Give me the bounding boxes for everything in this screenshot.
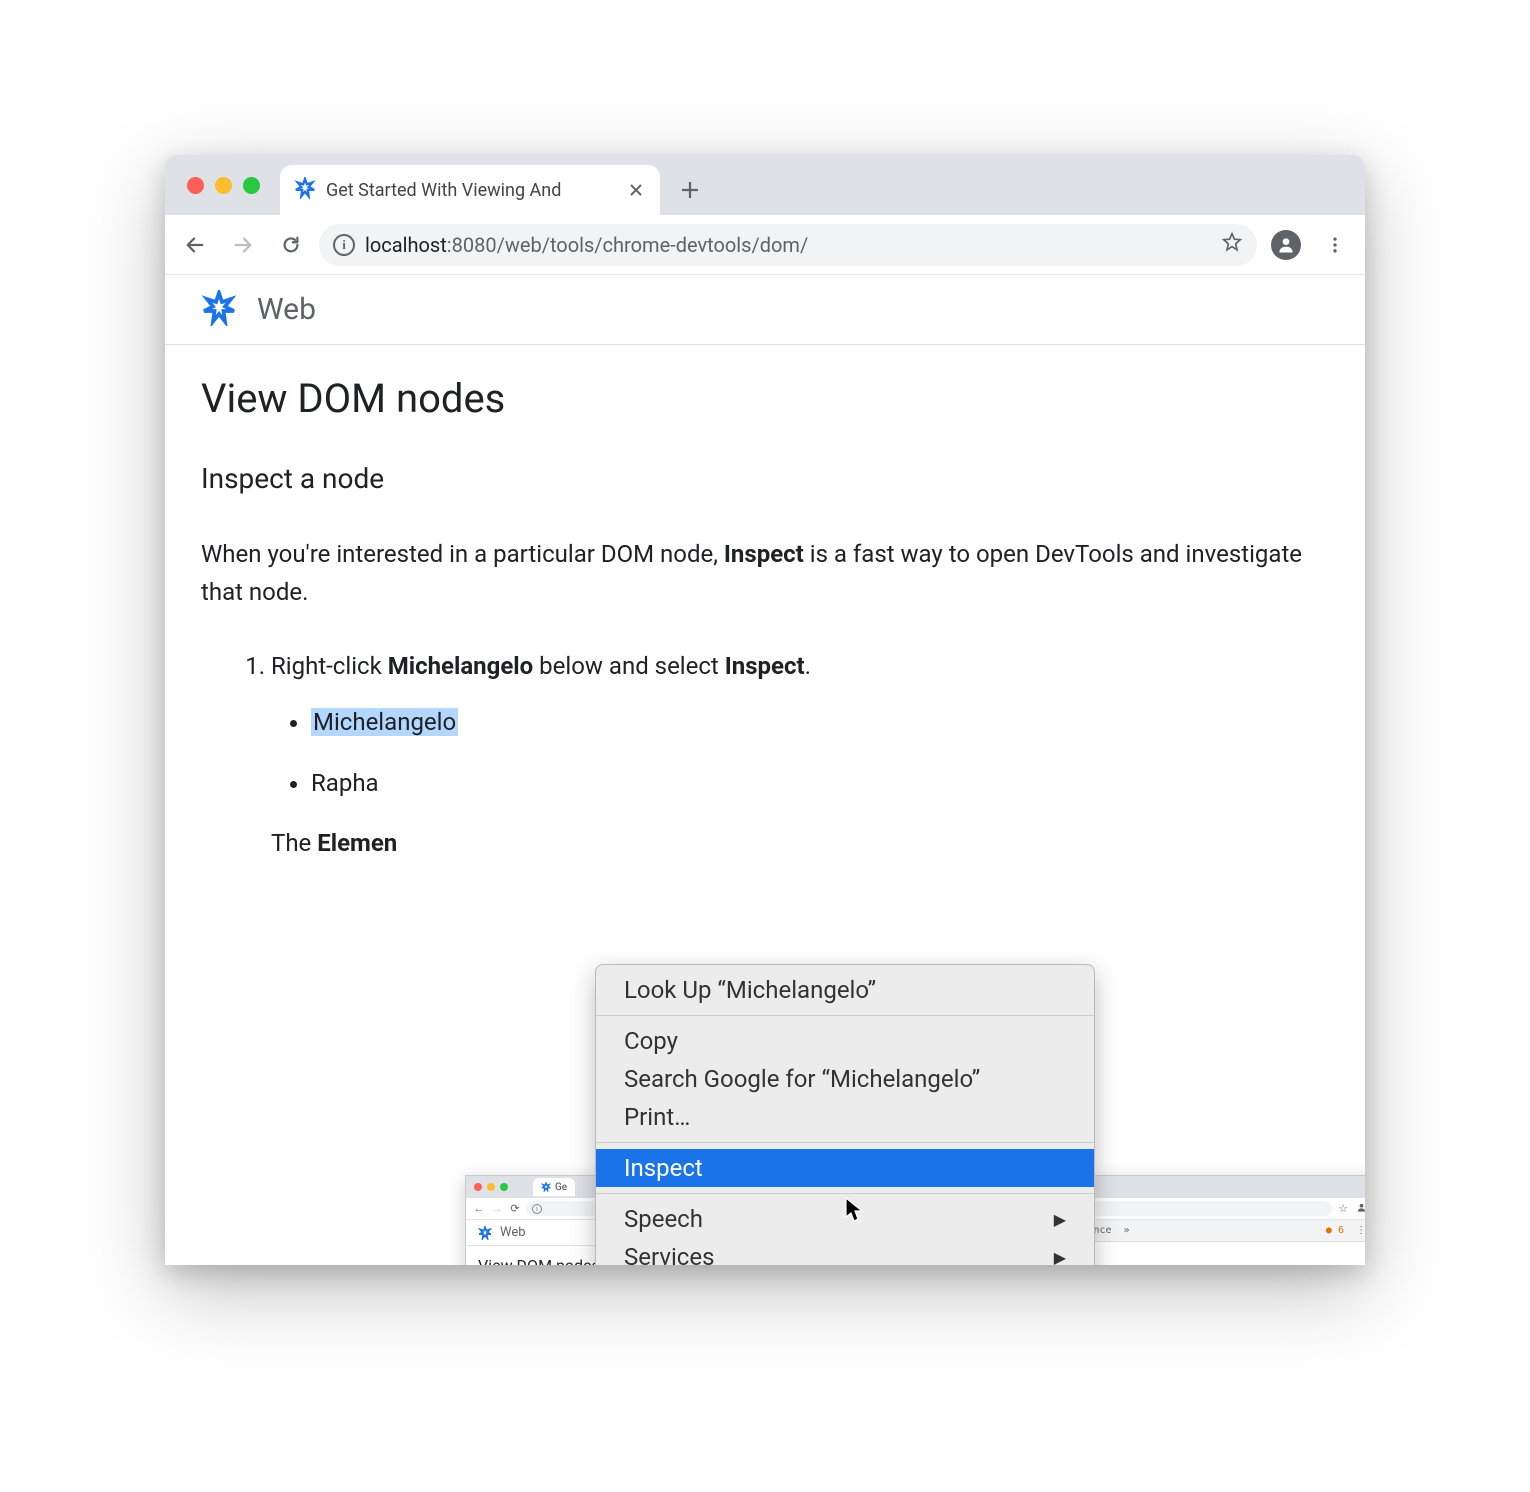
minimize-window-button[interactable] bbox=[215, 177, 232, 194]
context-menu-print[interactable]: Print… bbox=[596, 1098, 1094, 1136]
chevron-right-icon: ▶ bbox=[1054, 1210, 1066, 1229]
close-tab-button[interactable] bbox=[626, 180, 646, 200]
window-controls bbox=[187, 177, 260, 194]
back-button[interactable] bbox=[175, 225, 215, 265]
context-menu-copy[interactable]: Copy bbox=[596, 1022, 1094, 1060]
maximize-window-button[interactable] bbox=[243, 177, 260, 194]
context-menu-separator bbox=[596, 1142, 1094, 1143]
close-window-button[interactable] bbox=[187, 177, 204, 194]
tab-title: Get Started With Viewing And ​ bbox=[326, 180, 566, 201]
mini-star-icon: ☆ bbox=[1336, 1202, 1350, 1215]
context-menu-inspect[interactable]: Inspect bbox=[596, 1149, 1094, 1187]
list-item-raphael[interactable]: Rapha bbox=[311, 764, 1329, 802]
step-1: Right-click Michelangelo below and selec… bbox=[271, 647, 1329, 863]
mini-back-icon: ← bbox=[472, 1202, 486, 1215]
address-bar[interactable]: i localhost:8080/web/tools/chrome-devtoo… bbox=[319, 224, 1257, 266]
mini-close-window-button bbox=[474, 1183, 482, 1191]
bookmark-star-icon[interactable] bbox=[1221, 231, 1243, 258]
context-menu-search-google[interactable]: Search Google for “Michelangelo” bbox=[596, 1060, 1094, 1098]
mini-site-info-icon: i bbox=[532, 1204, 542, 1214]
context-menu-separator bbox=[596, 1015, 1094, 1016]
favicon-icon bbox=[294, 177, 316, 203]
profile-avatar-button[interactable] bbox=[1271, 230, 1301, 260]
forward-button[interactable] bbox=[223, 225, 263, 265]
steps-list: Right-click Michelangelo below and selec… bbox=[201, 647, 1329, 863]
reload-button[interactable] bbox=[271, 225, 311, 265]
site-logo-icon bbox=[201, 290, 237, 330]
site-header: Web bbox=[165, 275, 1365, 345]
chevron-right-icon: ▶ bbox=[1054, 1248, 1066, 1266]
mini-avatar-icon bbox=[1354, 1202, 1365, 1216]
mini-browser-tab: Ge bbox=[533, 1178, 575, 1196]
article-content: View DOM nodes Inspect a node When you'r… bbox=[165, 345, 1365, 902]
context-menu-lookup[interactable]: Look Up “Michelangelo” bbox=[596, 971, 1094, 1009]
context-menu-speech[interactable]: Speech▶ bbox=[596, 1200, 1094, 1238]
section-heading: Inspect a node bbox=[201, 462, 1329, 495]
devtools-settings-icon: ⋮ bbox=[1356, 1225, 1365, 1236]
mini-minimize-window-button bbox=[487, 1183, 495, 1191]
new-tab-button[interactable] bbox=[670, 170, 710, 210]
browser-window: Get Started With Viewing And ​ i localho… bbox=[165, 155, 1365, 1265]
mini-reload-icon: ⟳ bbox=[508, 1202, 522, 1215]
context-menu-services[interactable]: Services▶ bbox=[596, 1238, 1094, 1265]
browser-tab[interactable]: Get Started With Viewing And ​ bbox=[280, 165, 660, 215]
url-text: localhost:8080/web/tools/chrome-devtools… bbox=[365, 233, 808, 257]
devtools-warning-badge: ● 6 bbox=[1326, 1225, 1344, 1236]
intro-paragraph: When you're interested in a particular D… bbox=[201, 535, 1329, 612]
page-heading: View DOM nodes bbox=[201, 375, 1329, 422]
browser-toolbar: i localhost:8080/web/tools/chrome-devtoo… bbox=[165, 215, 1365, 275]
site-info-icon[interactable]: i bbox=[333, 234, 355, 256]
mini-forward-icon: → bbox=[490, 1202, 504, 1215]
devtools-tab-more: » bbox=[1124, 1225, 1130, 1236]
browser-menu-button[interactable] bbox=[1315, 225, 1355, 265]
site-title: Web bbox=[257, 292, 316, 327]
context-menu: Look Up “Michelangelo” Copy Search Googl… bbox=[595, 964, 1095, 1265]
mini-maximize-window-button bbox=[500, 1183, 508, 1191]
step-1-continuation: The Elemen bbox=[271, 824, 1329, 862]
context-menu-separator bbox=[596, 1193, 1094, 1194]
tab-strip: Get Started With Viewing And ​ bbox=[165, 155, 1365, 215]
list-item-michelangelo[interactable]: Michelangelo bbox=[311, 703, 1329, 741]
